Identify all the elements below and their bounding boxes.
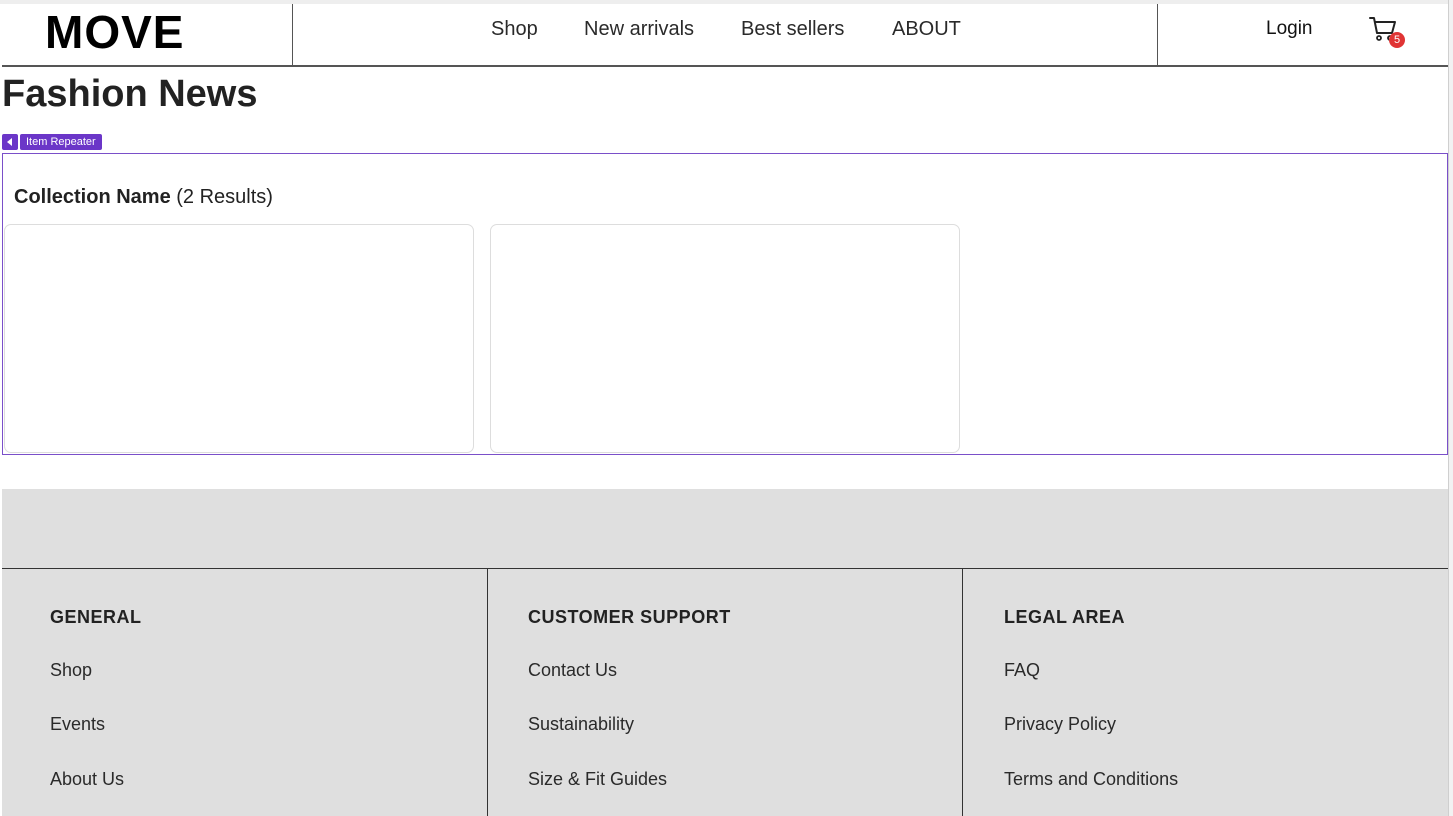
repeater-tag[interactable]: Item Repeater [20,134,102,150]
repeater-item-card[interactable] [490,224,960,453]
logo-cell: MOVE [2,4,293,65]
footer-link-events[interactable]: Events [50,714,105,735]
cart-count-badge: 5 [1389,32,1405,48]
cart-button[interactable]: 5 [1368,14,1408,50]
footer-link-terms-and-conditions[interactable]: Terms and Conditions [1004,769,1178,790]
page-title: Fashion News [2,73,258,115]
nav-item-new-arrivals[interactable]: New arrivals [584,18,694,41]
results-count: (2 Results) [176,186,273,208]
footer-column-general: GENERAL Shop Events About Us [2,569,487,816]
collection-heading: Collection Name (2 Results) [14,186,273,209]
user-cell: Login 5 [1157,4,1448,65]
footer-link-size-fit-guides[interactable]: Size & Fit Guides [528,769,667,790]
login-link[interactable]: Login [1266,18,1313,40]
footer-link-sustainability[interactable]: Sustainability [528,714,634,735]
collection-name: Collection Name [14,186,171,208]
main-nav: Shop New arrivals Best sellers ABOUT [293,4,1158,65]
footer-column-title: CUSTOMER SUPPORT [528,607,731,627]
footer-link-contact-us[interactable]: Contact Us [528,660,617,681]
repeater-collapse-toggle[interactable] [2,134,18,150]
footer-link-faq[interactable]: FAQ [1004,660,1040,681]
footer-column-title: LEGAL AREA [1004,607,1126,627]
site-footer: GENERAL Shop Events About Us CUSTOMER SU… [2,489,1448,816]
site-header: MOVE Shop New arrivals Best sellers ABOU… [2,4,1448,67]
footer-link-about-us[interactable]: About Us [50,769,124,790]
page-scrollbar[interactable] [1448,0,1453,816]
nav-item-about[interactable]: ABOUT [892,18,961,41]
footer-column-title: GENERAL [50,607,142,627]
footer-column-customer-support: CUSTOMER SUPPORT Contact Us Sustainabili… [487,569,962,816]
footer-column-legal-area: LEGAL AREA FAQ Privacy Policy Terms and … [962,569,1448,816]
nav-item-best-sellers[interactable]: Best sellers [741,18,844,41]
repeater-item-card[interactable] [4,224,474,453]
nav-item-shop[interactable]: Shop [491,18,538,41]
footer-link-shop[interactable]: Shop [50,660,92,681]
brand-logo[interactable]: MOVE [45,7,184,57]
footer-link-privacy-policy[interactable]: Privacy Policy [1004,714,1116,735]
item-repeater: Collection Name (2 Results) [2,153,1448,455]
